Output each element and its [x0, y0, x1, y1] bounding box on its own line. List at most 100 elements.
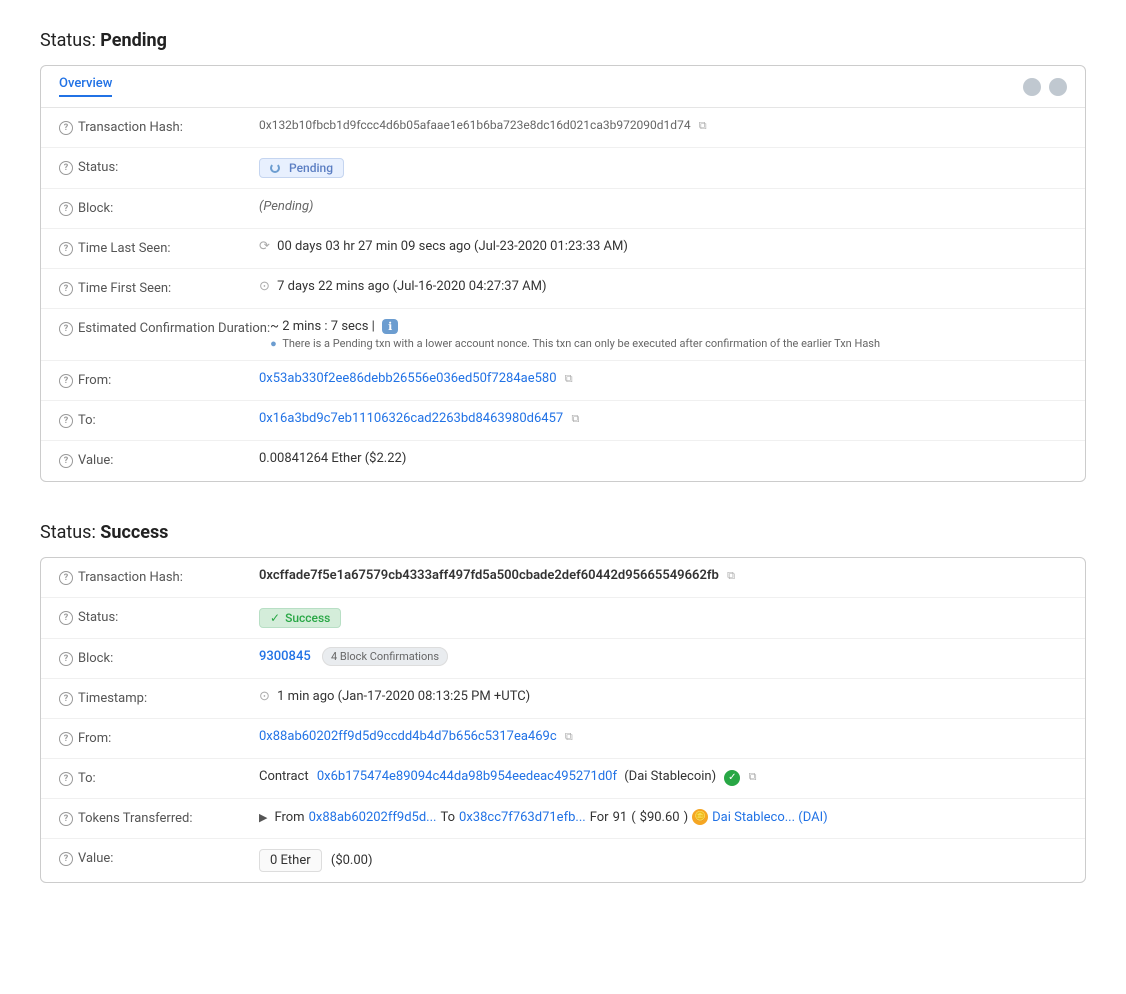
checkmark-icon: ✓	[270, 611, 280, 625]
question-icon: ?	[59, 652, 73, 666]
circle-icon-2	[1049, 78, 1067, 96]
tokens-row: ▶ From 0x88ab60202ff9d5d... To 0x38cc7f7…	[259, 809, 1067, 825]
value-status-success: ✓ Success	[259, 608, 1067, 628]
value-value-success: 0 Ether ($0.00)	[259, 849, 1067, 872]
row-from-success: ? From: 0x88ab60202ff9d5d9ccdd4b4d7b656c…	[41, 719, 1085, 759]
pending-dot-icon	[270, 163, 280, 173]
label-from-success: ? From:	[59, 729, 259, 746]
success-section-title: Status: Success	[40, 522, 1086, 543]
label-to-pending: ? To:	[59, 411, 259, 428]
question-icon: ?	[59, 161, 73, 175]
label-value-success: ? Value:	[59, 849, 259, 866]
row-tokens-transferred: ? Tokens Transferred: ▶ From 0x88ab60202…	[41, 799, 1085, 839]
row-value-pending: ? Value: 0.00841264 Ether ($2.22)	[41, 441, 1085, 481]
pending-section-title: Status: Pending	[40, 30, 1086, 51]
contract-address-link[interactable]: 0x6b175474e89094c44da98b954eedeac495271d…	[317, 769, 617, 784]
info-circle-icon: ●	[270, 337, 277, 350]
question-icon: ?	[59, 414, 73, 428]
label-block-success: ? Block:	[59, 649, 259, 666]
value-timestamp-success: ⊙ 1 min ago (Jan-17-2020 08:13:25 PM +UT…	[259, 689, 1067, 704]
copy-icon-txhash-pending[interactable]: ⧉	[699, 119, 707, 133]
value-to-pending: 0x16a3bd9c7eb11106326cad2263bd8463980d64…	[259, 411, 1067, 426]
question-icon: ?	[59, 812, 73, 826]
confirmation-note: ● There is a Pending txn with a lower ac…	[270, 337, 1067, 350]
question-icon: ?	[59, 454, 73, 468]
clock-icon: ⊙	[259, 279, 270, 294]
clock-icon-success: ⊙	[259, 689, 270, 704]
row-estimated-confirmation: ? Estimated Confirmation Duration: ~ 2 m…	[41, 309, 1085, 361]
copy-icon-to-pending[interactable]: ⧉	[571, 412, 579, 426]
label-timestamp-success: ? Timestamp:	[59, 689, 259, 706]
confirmation-info-badge: ℹ	[382, 319, 398, 334]
dai-token-icon: 🪙	[692, 809, 708, 825]
row-status-pending: ? Status: Pending	[41, 148, 1085, 189]
question-icon: ?	[59, 121, 73, 135]
question-icon: ?	[59, 852, 73, 866]
circle-icon-1	[1023, 78, 1041, 96]
row-transaction-hash-success: ? Transaction Hash: 0xcffade7f5e1a67579c…	[41, 558, 1085, 598]
value-block-success: 9300845 4 Block Confirmations	[259, 649, 1067, 664]
value-time-last-seen: ⟳ 00 days 03 hr 27 min 09 secs ago (Jul-…	[259, 239, 1067, 254]
header-icons-pending	[1023, 78, 1067, 96]
row-time-first-seen: ? Time First Seen: ⊙ 7 days 22 mins ago …	[41, 269, 1085, 309]
value-estimated-confirmation: ~ 2 mins : 7 secs | ℹ ● There is a Pendi…	[270, 319, 1067, 350]
tokens-from-link[interactable]: 0x88ab60202ff9d5d...	[309, 810, 437, 825]
label-transaction-hash-pending: ? Transaction Hash:	[59, 118, 259, 135]
label-time-last-seen: ? Time Last Seen:	[59, 239, 259, 256]
tab-overview-pending[interactable]: Overview	[59, 76, 112, 97]
copy-icon-from-success[interactable]: ⧉	[565, 730, 573, 744]
row-to-pending: ? To: 0x16a3bd9c7eb11106326cad2263bd8463…	[41, 401, 1085, 441]
row-block-success: ? Block: 9300845 4 Block Confirmations	[41, 639, 1085, 679]
question-icon: ?	[59, 571, 73, 585]
label-tokens-transferred: ? Tokens Transferred:	[59, 809, 259, 826]
value-to-success: Contract 0x6b175474e89094c44da98b954eede…	[259, 769, 1067, 786]
question-icon: ?	[59, 772, 73, 786]
label-time-first-seen: ? Time First Seen:	[59, 279, 259, 296]
success-card: ? Transaction Hash: 0xcffade7f5e1a67579c…	[40, 557, 1086, 883]
tokens-to-link[interactable]: 0x38cc7f763d71efb...	[459, 810, 586, 825]
status-badge-success: ✓ Success	[259, 608, 341, 628]
confirmations-badge: 4 Block Confirmations	[322, 647, 448, 666]
spinner-icon: ⟳	[259, 239, 270, 254]
question-icon: ?	[59, 374, 73, 388]
label-value-pending: ? Value:	[59, 451, 259, 468]
to-address-link-pending[interactable]: 0x16a3bd9c7eb11106326cad2263bd8463980d64…	[259, 411, 563, 426]
arrow-icon: ▶	[259, 811, 267, 824]
row-from-pending: ? From: 0x53ab330f2ee86debb26556e036ed50…	[41, 361, 1085, 401]
copy-icon-to-success[interactable]: ⧉	[749, 770, 757, 784]
value-block-pending: (Pending)	[259, 199, 1067, 214]
value-status-pending: Pending	[259, 158, 1067, 178]
label-transaction-hash-success: ? Transaction Hash:	[59, 568, 259, 585]
row-timestamp-success: ? Timestamp: ⊙ 1 min ago (Jan-17-2020 08…	[41, 679, 1085, 719]
copy-icon-from-pending[interactable]: ⧉	[565, 372, 573, 386]
value-from-success: 0x88ab60202ff9d5d9ccdd4b4d7b656c5317ea46…	[259, 729, 1067, 744]
label-status-pending: ? Status:	[59, 158, 259, 175]
value-from-pending: 0x53ab330f2ee86debb26556e036ed50f7284ae5…	[259, 371, 1067, 386]
value-transaction-hash-success: 0xcffade7f5e1a67579cb4333aff497fd5a500cb…	[259, 568, 1067, 583]
label-to-success: ? To:	[59, 769, 259, 786]
contract-verified-icon: ✓	[724, 770, 740, 786]
question-icon: ?	[59, 282, 73, 296]
question-icon: ?	[59, 322, 73, 336]
copy-icon-txhash-success[interactable]: ⧉	[727, 569, 735, 583]
value-transaction-hash-pending: 0x132b10fbcb1d9fccc4d6b05afaae1e61b6ba72…	[259, 118, 1067, 133]
question-icon: ?	[59, 202, 73, 216]
pending-card: Overview ? Transaction Hash: 0x132b10fbc…	[40, 65, 1086, 482]
ether-value-box: 0 Ether	[259, 849, 322, 872]
row-value-success: ? Value: 0 Ether ($0.00)	[41, 839, 1085, 882]
label-status-success: ? Status:	[59, 608, 259, 625]
question-icon: ?	[59, 242, 73, 256]
dai-token-link[interactable]: Dai Stableco... (DAI)	[712, 810, 828, 825]
block-number-link[interactable]: 9300845	[259, 649, 311, 664]
value-time-first-seen: ⊙ 7 days 22 mins ago (Jul-16-2020 04:27:…	[259, 279, 1067, 294]
value-tokens-transferred: ▶ From 0x88ab60202ff9d5d... To 0x38cc7f7…	[259, 809, 1067, 825]
from-address-link-pending[interactable]: 0x53ab330f2ee86debb26556e036ed50f7284ae5…	[259, 371, 557, 386]
from-address-link-success[interactable]: 0x88ab60202ff9d5d9ccdd4b4d7b656c5317ea46…	[259, 729, 557, 744]
row-block-pending: ? Block: (Pending)	[41, 189, 1085, 229]
row-transaction-hash-pending: ? Transaction Hash: 0x132b10fbcb1d9fccc4…	[41, 108, 1085, 148]
question-icon: ?	[59, 692, 73, 706]
row-status-success: ? Status: ✓ Success	[41, 598, 1085, 639]
status-badge-pending: Pending	[259, 158, 344, 178]
value-value-pending: 0.00841264 Ether ($2.22)	[259, 451, 1067, 466]
row-time-last-seen: ? Time Last Seen: ⟳ 00 days 03 hr 27 min…	[41, 229, 1085, 269]
